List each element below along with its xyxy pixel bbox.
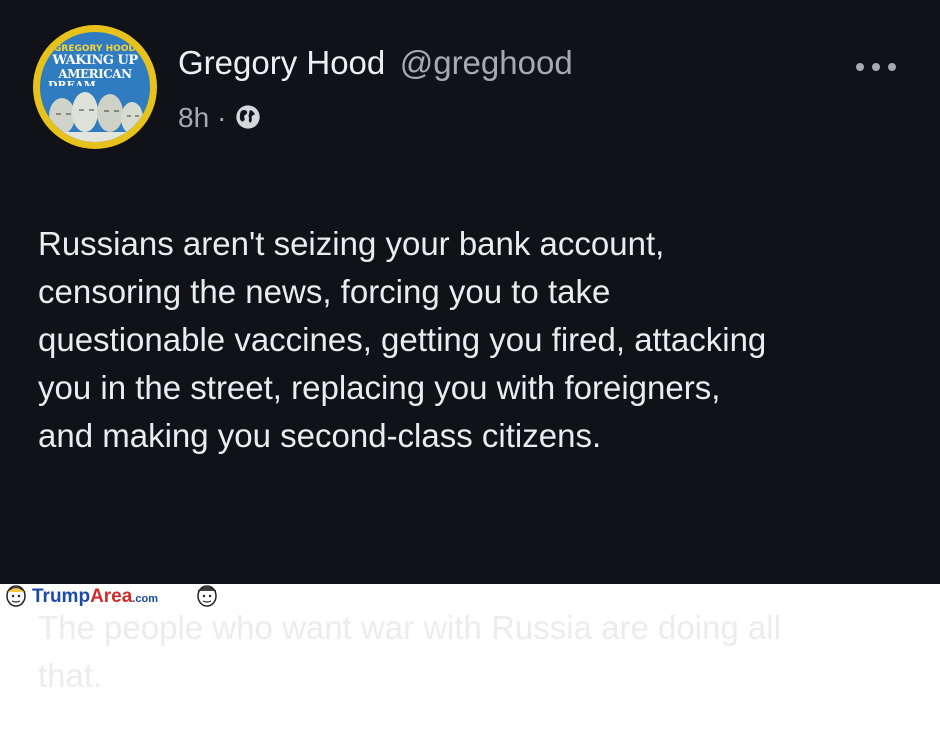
post-paragraph-1: Russians aren't seizing your bank accoun… (38, 225, 767, 454)
avatar[interactable]: GREGORY HOOD WAKING UP AMERICAN DREAM (33, 25, 157, 149)
author-display-name[interactable]: Gregory Hood (178, 44, 385, 81)
post-body: Russians aren't seizing your bank accoun… (38, 172, 918, 748)
author-row: Gregory Hood @greghood (178, 44, 573, 88)
post-meta: 8h · (178, 102, 262, 134)
meta-separator: · (217, 102, 227, 133)
avatar-art: GREGORY HOOD WAKING UP AMERICAN DREAM (40, 32, 150, 142)
avatar-text-title: WAKING UP (52, 53, 138, 68)
post-card: GREGORY HOOD WAKING UP AMERICAN DREAM Gr… (0, 0, 940, 694)
post-time[interactable]: 8h (178, 102, 209, 133)
avatar-faces-illustration (40, 86, 150, 142)
author-handle[interactable]: @greghood (400, 44, 573, 81)
cartoon-figure-icon (197, 585, 217, 607)
more-options-icon[interactable] (852, 52, 900, 82)
watermark-brand: TrumpArea.com (32, 586, 158, 607)
cartoon-figure-icon (6, 585, 26, 607)
globe-icon (236, 105, 261, 129)
watermark-footer: TrumpArea.com (0, 584, 940, 609)
post-paragraph-2: The people who want war with Russia are … (38, 609, 781, 694)
